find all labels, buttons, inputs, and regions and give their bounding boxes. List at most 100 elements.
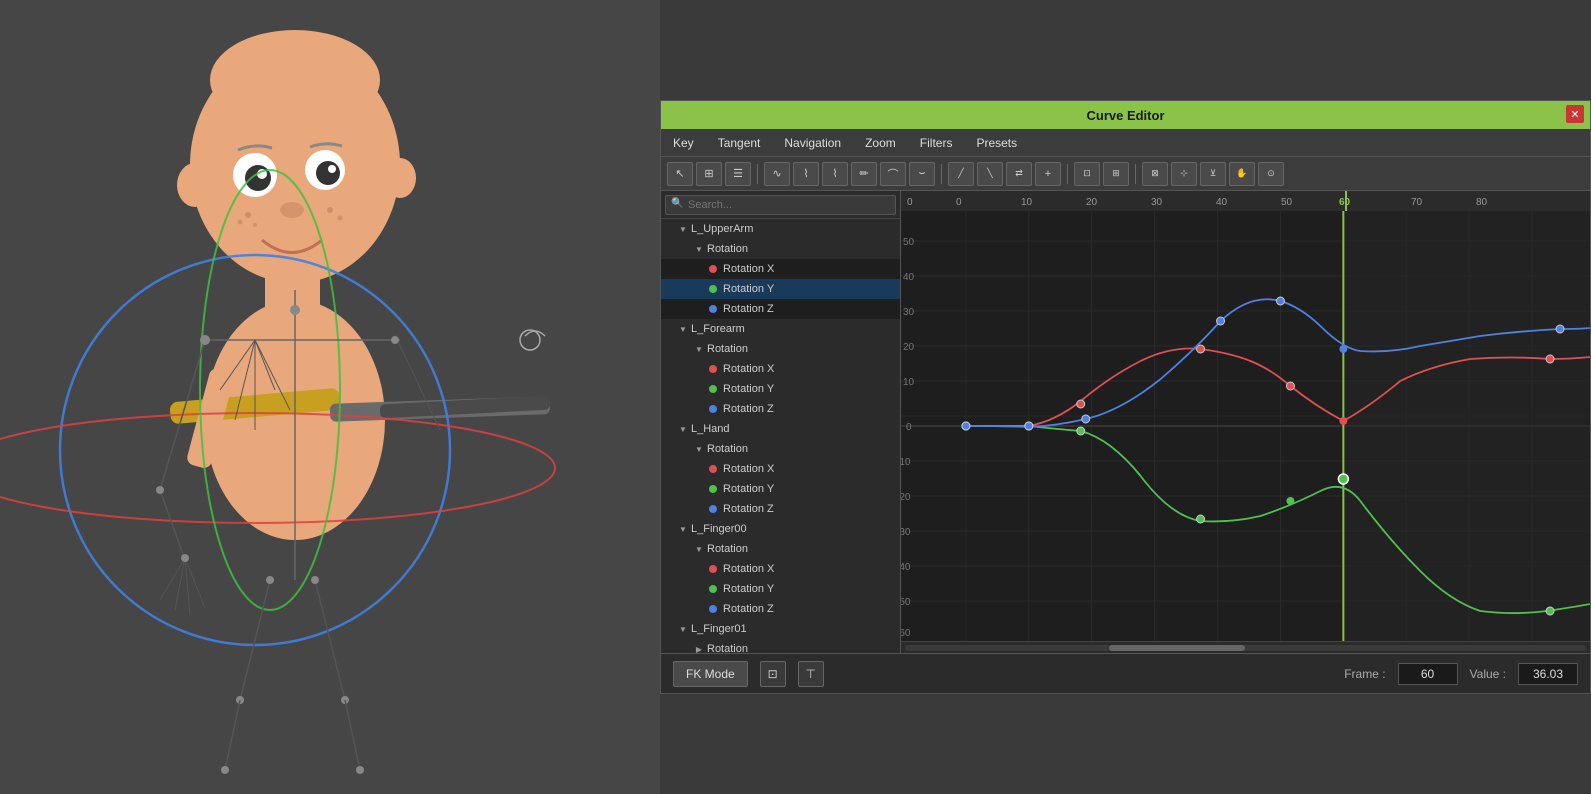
curve-editor-content: 🔍 ▼ L_UpperArm ▼ Rotation Rotation X — [661, 191, 1590, 653]
scrollbar-track[interactable] — [905, 645, 1586, 651]
search-input[interactable] — [665, 195, 896, 215]
graph-canvas-wrapper[interactable]: 50 40 30 20 10 0 -10 -20 -30 -40 -50 -60 — [901, 211, 1590, 641]
svg-text:40: 40 — [903, 272, 915, 283]
weight-button[interactable]: ⊻ — [1200, 162, 1226, 186]
tree-arrow-l-finger01: ▼ — [677, 623, 689, 635]
tree-item-rot-z-4[interactable]: Rotation Z — [661, 599, 900, 619]
arc2-button[interactable]: ⌣ — [909, 162, 935, 186]
tree-label-rot-y-4: Rotation Y — [723, 583, 774, 595]
tree-item-rot-x-2[interactable]: Rotation X — [661, 359, 900, 379]
tree-item-l-finger00-rotation[interactable]: ▼ Rotation — [661, 539, 900, 559]
toolbar: ↖ ⊞ ☰ ∿ ⌇ ⌇ ✏ ⌒ ⌣ ╱ ╲ ⇄ + ⊡ ⊞ ⊠ ⊹ ⊻ ✋ ⊙ — [661, 157, 1590, 191]
tree-item-rot-y-2[interactable]: Rotation Y — [661, 379, 900, 399]
dot-blue-4 — [709, 605, 717, 613]
menu-tangent[interactable]: Tangent — [714, 134, 765, 152]
select-tool-button[interactable]: ↖ — [667, 162, 693, 186]
search-icon: 🔍 — [671, 198, 683, 209]
scrollbar-thumb[interactable] — [1109, 645, 1245, 651]
curve-editor-title: Curve Editor — [1086, 108, 1164, 123]
tree-item-l-finger00[interactable]: ▼ L_Finger00 — [661, 519, 900, 539]
value-label: Value : — [1470, 667, 1506, 681]
zoom-button[interactable]: ⊙ — [1258, 162, 1284, 186]
pen-button[interactable]: ✏ — [851, 162, 877, 186]
tree-item-rot-z-3[interactable]: Rotation Z — [661, 499, 900, 519]
svg-text:30: 30 — [1151, 197, 1163, 208]
toolbar-sep-4 — [1135, 164, 1136, 184]
layer-tool-button[interactable]: ☰ — [725, 162, 751, 186]
close-button[interactable]: ✕ — [1566, 105, 1584, 123]
viewport-panel[interactable] — [0, 0, 660, 794]
tree-item-l-forearm[interactable]: ▼ L_Forearm — [661, 319, 900, 339]
dot-red-4 — [709, 565, 717, 573]
graph-svg: 50 40 30 20 10 0 -10 -20 -30 -40 -50 -60 — [901, 211, 1590, 641]
tree-label-rot-x-4: Rotation X — [723, 563, 774, 575]
tree-label-l-finger00: L_Finger00 — [691, 523, 747, 535]
tree-item-l-finger01-rotation[interactable]: ▶ Rotation — [661, 639, 900, 653]
menu-key[interactable]: Key — [669, 134, 698, 152]
wave1-button[interactable]: ∿ — [764, 162, 790, 186]
tree-item-l-upperarm[interactable]: ▼ L_UpperArm — [661, 219, 900, 239]
tree-label-rot-x-3: Rotation X — [723, 463, 774, 475]
tree-item-rot-x-1[interactable]: Rotation X — [661, 259, 900, 279]
tree-label-l-upperarm: L_UpperArm — [691, 223, 753, 235]
tree-label-rot-x-2: Rotation X — [723, 363, 774, 375]
frame-icon[interactable]: ⊡ — [760, 661, 786, 687]
tree-item-l-finger01[interactable]: ▼ L_Finger01 — [661, 619, 900, 639]
frame-all-button[interactable]: ⊡ — [1074, 162, 1100, 186]
tree-item-rot-z-2[interactable]: Rotation Z — [661, 399, 900, 419]
dot-blue-2 — [709, 405, 717, 413]
tree-label-rot-y-3: Rotation Y — [723, 483, 774, 495]
fit-button[interactable]: ⊠ — [1142, 162, 1168, 186]
tree-item-rot-z-1[interactable]: Rotation Z — [661, 299, 900, 319]
tree-item-rot-y-3[interactable]: Rotation Y — [661, 479, 900, 499]
fk-mode-button[interactable]: FK Mode — [673, 661, 748, 687]
tree-label-rotation-1: Rotation — [707, 243, 748, 255]
curve-editor-titlebar: Curve Editor ✕ — [661, 101, 1590, 129]
frame-value[interactable]: 60 — [1398, 663, 1458, 685]
tree-item-rot-y-4[interactable]: Rotation Y — [661, 579, 900, 599]
tree-item-l-hand-rotation[interactable]: ▼ Rotation — [661, 439, 900, 459]
svg-text:30: 30 — [903, 307, 915, 318]
arc1-button[interactable]: ⌒ — [880, 162, 906, 186]
toolbar-sep-2 — [941, 164, 942, 184]
svg-text:-30: -30 — [901, 527, 911, 538]
statusbar: FK Mode ⊡ ⊤ Frame : 60 Value : 36.03 — [661, 653, 1590, 693]
node-tool-button[interactable]: ⊞ — [696, 162, 722, 186]
tree-item-rot-x-4[interactable]: Rotation X — [661, 559, 900, 579]
tree-item-rot-x-3[interactable]: Rotation X — [661, 459, 900, 479]
plus-button[interactable]: + — [1035, 162, 1061, 186]
frame-sel-button[interactable]: ⊞ — [1103, 162, 1129, 186]
snap-button[interactable]: ⊹ — [1171, 162, 1197, 186]
svg-text:40: 40 — [1216, 197, 1228, 208]
menu-navigation[interactable]: Navigation — [780, 134, 845, 152]
menu-zoom[interactable]: Zoom — [861, 134, 900, 152]
tree-item-l-upperarm-rotation[interactable]: ▼ Rotation — [661, 239, 900, 259]
svg-text:-60: -60 — [901, 628, 911, 639]
link-button[interactable]: ⇄ — [1006, 162, 1032, 186]
value-value[interactable]: 36.03 — [1518, 663, 1578, 685]
wave3-button[interactable]: ⌇ — [822, 162, 848, 186]
dot-red-1 — [709, 265, 717, 273]
svg-text:50: 50 — [903, 237, 915, 248]
tree-item-l-hand[interactable]: ▼ L_Hand — [661, 419, 900, 439]
menu-presets[interactable]: Presets — [972, 134, 1021, 152]
wave2-button[interactable]: ⌇ — [793, 162, 819, 186]
dot-red-2 — [709, 365, 717, 373]
tree-label-rotation-3: Rotation — [707, 443, 748, 455]
graph-scrollbar[interactable] — [901, 641, 1590, 653]
menu-filters[interactable]: Filters — [916, 134, 957, 152]
tangent1-button[interactable]: ╱ — [948, 162, 974, 186]
tree-view: ▼ L_UpperArm ▼ Rotation Rotation X Rotat… — [661, 219, 900, 653]
dot-green-1 — [709, 285, 717, 293]
svg-text:10: 10 — [903, 377, 915, 388]
svg-text:-20: -20 — [901, 492, 911, 503]
dot-green-4 — [709, 585, 717, 593]
curve-graph[interactable]: 0 0 10 20 30 40 50 60 70 80 — [901, 191, 1590, 653]
tree-item-rot-y-1[interactable]: Rotation Y — [661, 279, 900, 299]
hand-button[interactable]: ✋ — [1229, 162, 1255, 186]
tree-item-l-forearm-rotation[interactable]: ▼ Rotation — [661, 339, 900, 359]
tree-label-l-forearm: L_Forearm — [691, 323, 745, 335]
value-icon[interactable]: ⊤ — [798, 661, 824, 687]
tangent2-button[interactable]: ╲ — [977, 162, 1003, 186]
svg-text:10: 10 — [1021, 197, 1033, 208]
